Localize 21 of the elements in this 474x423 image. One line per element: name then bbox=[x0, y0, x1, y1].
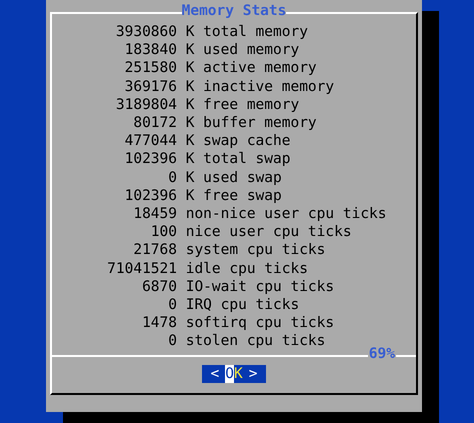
stat-line: 0 stolen cpu ticks bbox=[168, 332, 326, 351]
ok-button[interactable]: < OK > bbox=[202, 365, 266, 383]
stat-line: 0 K used swap bbox=[168, 168, 282, 187]
stat-line: 102396 K total swap bbox=[124, 150, 290, 169]
stat-line: 251580 K active memory bbox=[124, 59, 317, 78]
stat-line: 6870 IO-wait cpu ticks bbox=[142, 278, 334, 296]
stat-line: 80172 K buffer memory bbox=[133, 114, 317, 132]
stat-line: 102396 K free swap bbox=[124, 186, 282, 206]
stat-line: 3930860 K total memory bbox=[116, 23, 308, 42]
stat-line: 100 nice user cpu ticks bbox=[150, 223, 352, 242]
stat-line: 477044 K swap cache bbox=[124, 132, 290, 150]
dialog-title: Memory Stats bbox=[182, 2, 286, 20]
stat-line: 21768 system cpu ticks bbox=[133, 241, 326, 260]
stat-line: 3189804 K free memory bbox=[116, 96, 300, 114]
stat-line: 369176 K inactive memory bbox=[124, 78, 334, 96]
stat-line: 18459 non-nice user cpu ticks bbox=[133, 205, 387, 224]
stat-line: 71041521 idle cpu ticks bbox=[107, 260, 308, 278]
stat-line: 183840 K used memory bbox=[124, 41, 300, 60]
stat-line: 0 IRQ cpu ticks bbox=[168, 296, 300, 314]
stat-line: 1478 softirq cpu ticks bbox=[142, 314, 334, 332]
text-cursor bbox=[225, 365, 234, 383]
